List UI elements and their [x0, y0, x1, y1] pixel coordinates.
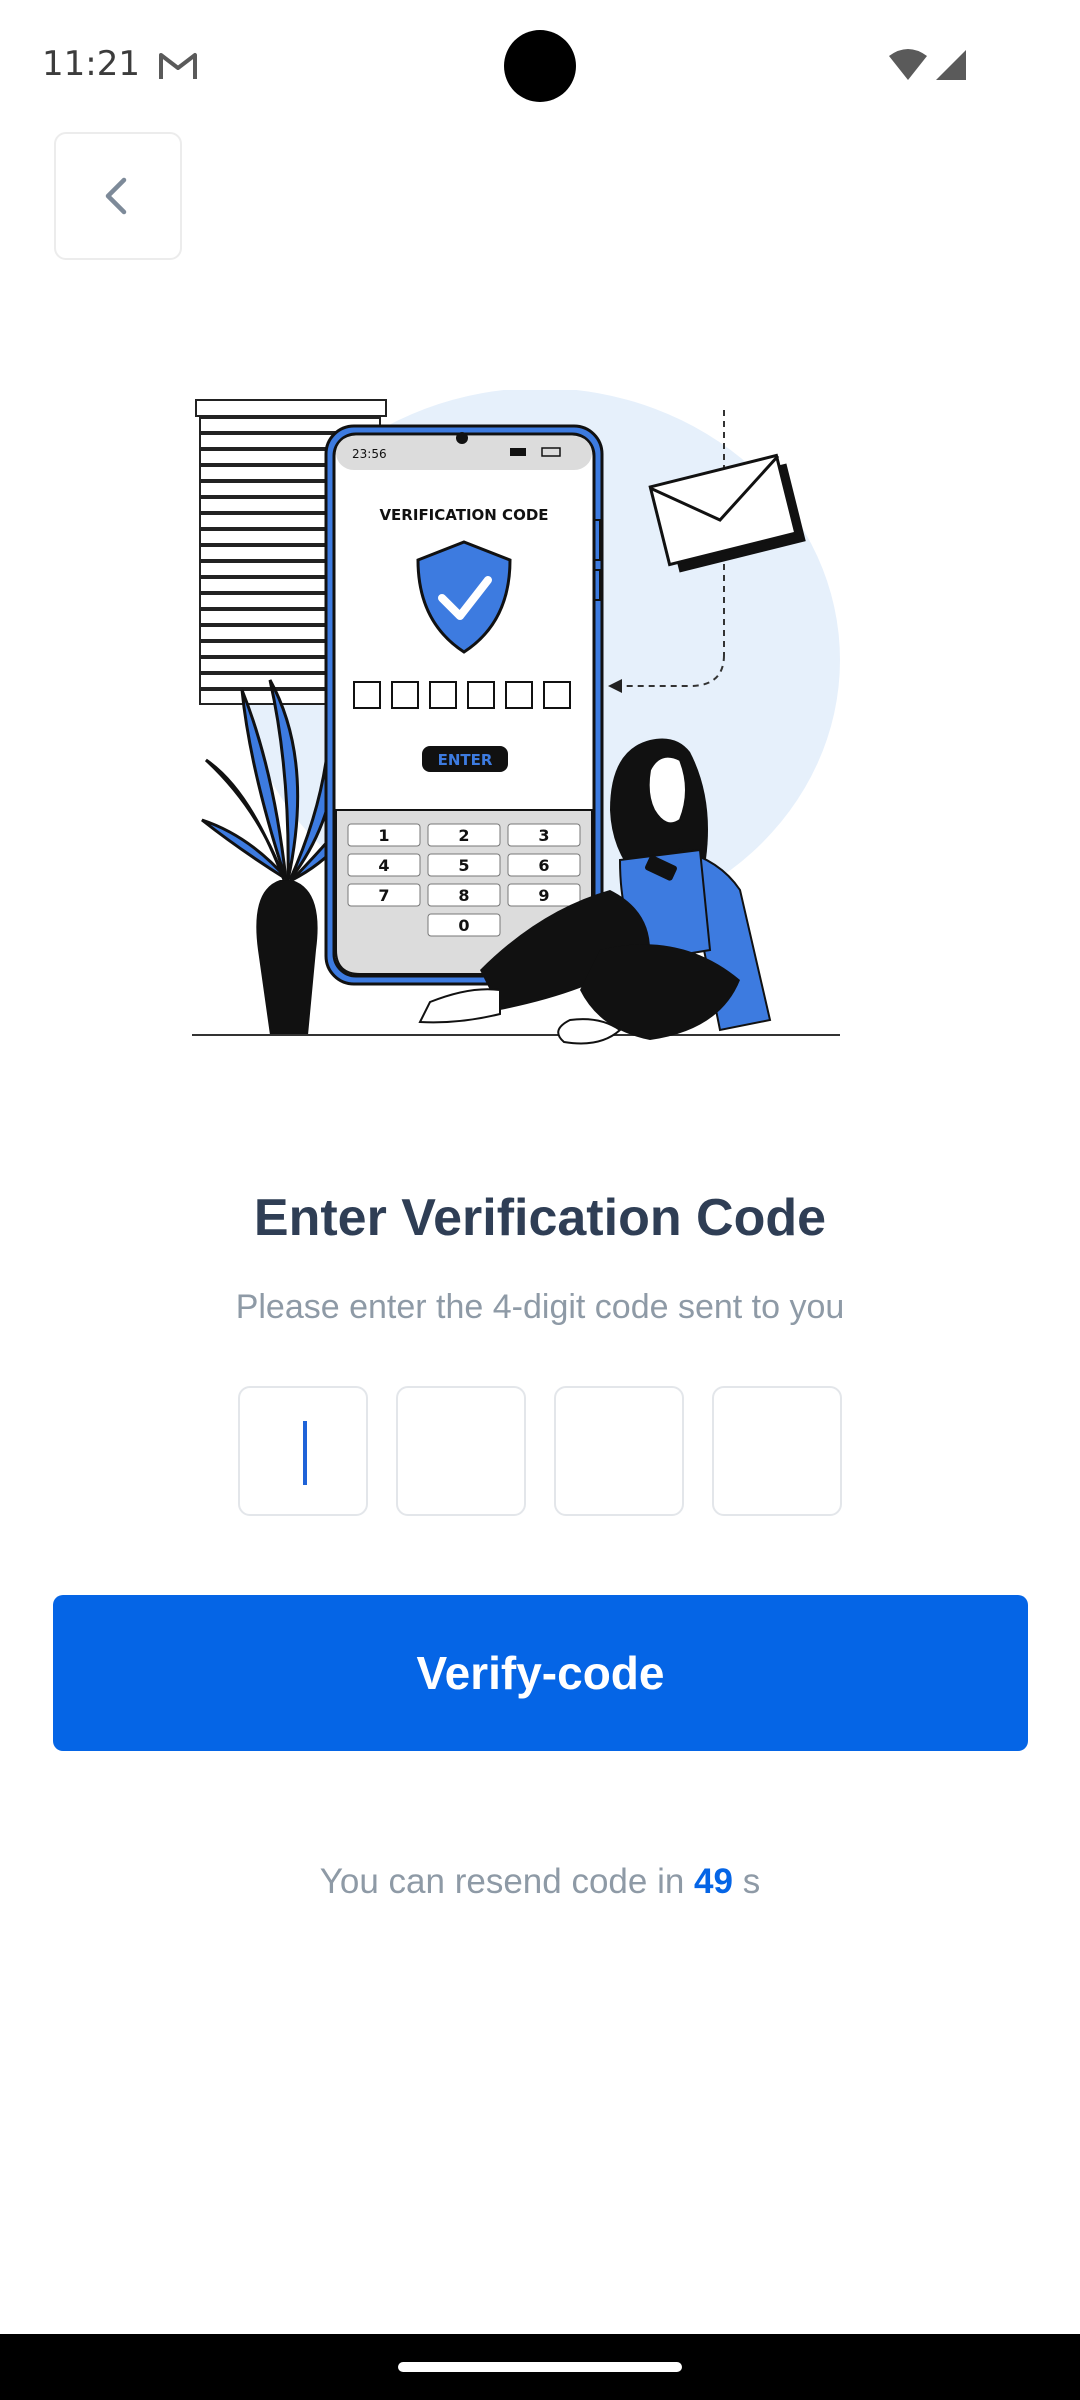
gmail-icon — [159, 53, 197, 79]
phone-time: 23:56 — [352, 447, 387, 461]
code-input-row — [238, 1386, 842, 1516]
resend-countdown: You can resend code in 49 s — [0, 1862, 1080, 1902]
resend-prefix: You can resend code in — [319, 1862, 685, 1901]
phone-illustration: 23:56 VERIFICATION CODE ENTER 1 2 3 4 5 … — [324, 424, 604, 986]
page-subtitle: Please enter the 4-digit code sent to yo… — [235, 1288, 845, 1326]
code-digit-4[interactable] — [712, 1386, 842, 1516]
keypad-key: 1 — [378, 826, 389, 845]
text-caret — [303, 1421, 307, 1485]
keypad-key: 5 — [458, 856, 469, 875]
verify-code-button[interactable]: Verify-code — [53, 1595, 1028, 1751]
resend-count: 49 — [694, 1862, 733, 1901]
page-title: Enter Verification Code — [253, 1189, 827, 1247]
phone-enter-label: ENTER — [438, 751, 493, 769]
keypad-key: 7 — [378, 886, 389, 905]
code-digit-2[interactable] — [396, 1386, 526, 1516]
verification-illustration: 23:56 VERIFICATION CODE ENTER 1 2 3 4 5 … — [192, 390, 840, 1045]
status-time: 11:21 — [42, 44, 140, 84]
keypad-key: 9 — [538, 886, 549, 905]
back-button[interactable] — [54, 132, 182, 260]
wifi-icon — [889, 49, 927, 80]
home-indicator[interactable] — [398, 2362, 682, 2372]
resend-suffix: s — [742, 1862, 761, 1901]
keypad-key: 8 — [458, 886, 469, 905]
camera-cutout — [504, 30, 576, 102]
keypad-key: 3 — [538, 826, 549, 845]
status-bar: 11:21 — [0, 0, 1080, 130]
keypad-key: 0 — [458, 916, 469, 935]
keypad-key: 6 — [538, 856, 549, 875]
keypad-key: 2 — [458, 826, 469, 845]
code-digit-3[interactable] — [554, 1386, 684, 1516]
signal-icon — [936, 50, 966, 80]
navigation-bar — [0, 2334, 1080, 2400]
code-digit-1[interactable] — [238, 1386, 368, 1516]
keypad-key: 4 — [378, 856, 389, 875]
chevron-left-icon — [105, 177, 127, 215]
phone-screen-title: VERIFICATION CODE — [379, 506, 548, 524]
